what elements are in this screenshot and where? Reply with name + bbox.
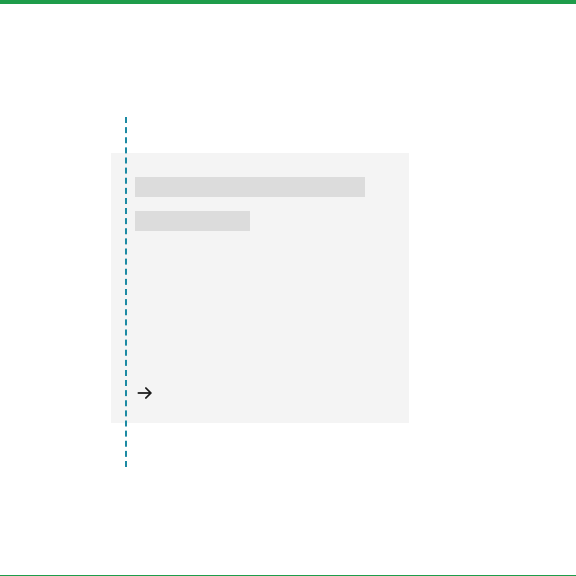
arrow-right-icon xyxy=(135,383,155,403)
card-body xyxy=(135,177,385,383)
skeleton-line-subtitle xyxy=(135,211,250,231)
content-card xyxy=(111,153,409,423)
alignment-guide-vertical xyxy=(125,117,127,467)
card-action-link[interactable] xyxy=(135,383,385,403)
skeleton-line-title xyxy=(135,177,365,197)
